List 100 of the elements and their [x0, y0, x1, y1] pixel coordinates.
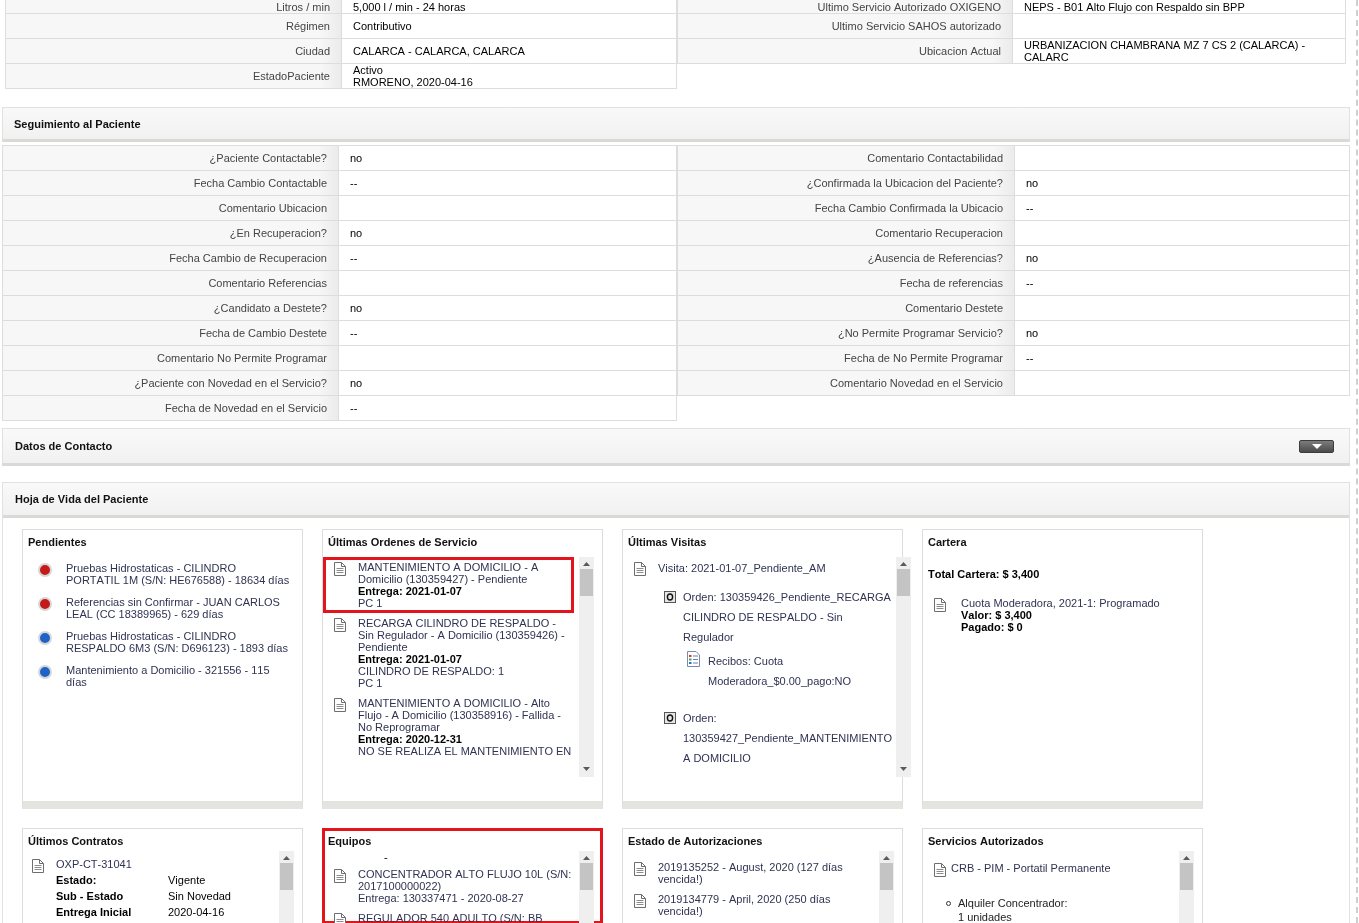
document-icon [334, 618, 346, 632]
label-cell: Fecha Cambio Confirmada la Ubicacio [678, 196, 1014, 220]
value-cell: -- [339, 246, 676, 270]
label-cell: Comentario Referencias [3, 271, 338, 295]
label-cell: ¿Paciente Contactable? [3, 146, 338, 170]
panel-title: Pendientes [27, 535, 88, 549]
field-label: Entrega Inicial [56, 905, 133, 920]
scrollbar-thumb[interactable] [280, 863, 293, 890]
label-cell: Fecha de Novedad en el Servicio [3, 396, 338, 420]
value-cell: CALARCA - CALARCA, CALARCA [342, 39, 676, 63]
expand-button[interactable] [1299, 439, 1334, 453]
scrollbar[interactable] [879, 851, 894, 923]
value-cell: 5,000 l / min - 24 horas [342, 0, 676, 13]
label-cell: Ubicacion Actual [678, 39, 1012, 63]
panel-title: Equipos [327, 834, 373, 848]
scrollbar-thumb[interactable] [580, 863, 593, 890]
label-cell: Comentario Contactabilidad [678, 146, 1014, 170]
visit-text[interactable]: Visita: 2021-01-07_Pendiente_AM [658, 562, 878, 574]
label-cell: ¿En Recuperacion? [3, 221, 338, 245]
value-cell: -- [1015, 271, 1349, 295]
pending-text: Mantenimiento a Domicilio - 321556 - 115 días [66, 664, 271, 688]
label-cell: ¿Ausencia de Referencias? [678, 246, 1014, 270]
order-text[interactable]: Orden: 130359426_Pendiente_RECARGA CILINDRO DE RESPALDO - Sin Regulador [683, 587, 894, 647]
item-title: MANTENIMIENTO A DOMICILIO - A Domicilio (130359427) - Pendiente [358, 561, 540, 585]
scrollbar-thumb[interactable] [880, 863, 893, 890]
order-text[interactable]: Orden: 130359427_Pendiente_MANTENIMIENTO A DOMICILIO [683, 708, 894, 768]
item-detail: Valor: $ 3,400 [961, 609, 1032, 621]
scrollbar-thumb[interactable] [897, 569, 910, 596]
scroll-up-icon[interactable] [1183, 856, 1190, 860]
label-cell: Ultimo Servicio SAHOS autorizado [678, 14, 1012, 38]
circle-in-square-icon [664, 712, 676, 724]
field-value: 2020-04-16 [168, 905, 226, 920]
panel-title: Últimos Contratos [27, 834, 125, 848]
scroll-up-icon[interactable] [900, 562, 907, 566]
value-cell: -- [339, 396, 676, 420]
document-icon [934, 863, 946, 877]
scrollbar[interactable] [579, 851, 594, 923]
label-cell: Comentario No Permite Programar [3, 346, 338, 370]
scrollbar[interactable] [579, 557, 594, 777]
panel-title: Cartera [927, 535, 968, 549]
label-cell: ¿No Permite Programar Servicio? [678, 321, 1014, 345]
item-title: CONCENTRADOR ALTO FLUJO 10L (S/N: 2017100000022) [358, 868, 573, 892]
item-detail: Entrega: 130337471 - 2020-08-27 [358, 892, 524, 904]
document-icon [934, 598, 946, 612]
value-cell: no [1015, 321, 1349, 345]
scroll-down-icon[interactable] [583, 767, 590, 771]
label-cell: ¿Candidato a Destete? [3, 296, 338, 320]
pending-text: Pruebas Hidrostaticas - CILINDRO PORTATIL 1M (S/N: HE676588) - 18634 días [66, 562, 291, 586]
field-label: Estado: [56, 873, 98, 888]
item-title: RECARGA CILINDRO DE RESPALDO - Sin Regulador - A Domicilio (130359426) - Pendiente [358, 617, 566, 653]
item-detail: Pagado: $ 0 [961, 621, 1023, 633]
scroll-up-icon[interactable] [583, 856, 590, 860]
scrollbar-thumb[interactable] [1180, 863, 1193, 890]
panel-title: Estado de Autorizaciones [627, 834, 764, 848]
panel-title: Últimas Ordenes de Servicio [327, 535, 479, 549]
list-document-icon [686, 651, 701, 667]
section-title: Seguimiento al Paciente [14, 117, 141, 130]
label-cell: Fecha de referencias [678, 271, 1014, 295]
value-cell: URBANIZACION CHAMBRANA MZ 7 CS 2 (CALARCA) - CALARC [1013, 39, 1345, 63]
label-cell: Comentario Destete [678, 296, 1014, 320]
document-icon [634, 894, 646, 908]
section-title: Datos de Contacto [15, 440, 113, 452]
label-cell: ¿Paciente con Novedad en el Servicio? [3, 371, 338, 395]
panel-title: Servicios Autorizados [927, 834, 1045, 848]
scroll-up-icon[interactable] [583, 562, 590, 566]
value-cell: no [1015, 171, 1349, 195]
item-detail: PC 1 [358, 597, 383, 609]
document-icon [334, 698, 346, 712]
value-cell: NEPS - B01 Alto Flujo con Respaldo sin BPP [1013, 0, 1345, 13]
label-cell: Comentario Ubicacion [3, 196, 338, 220]
item-detail: CILINDRO DE RESPALDO: 1 [358, 665, 505, 677]
label-cell: Ultimo Servicio Autorizado OXIGENO [678, 0, 1012, 13]
item-title: Cuota Moderadora, 2021-1: Programado [961, 597, 1161, 609]
panel-title: Últimas Visitas [627, 535, 708, 549]
scrollbar[interactable] [1179, 851, 1194, 923]
label-cell: Litros / min [6, 0, 341, 13]
value-cell: -- [1015, 196, 1349, 220]
service-title: CRB - PIM - Portatil Permanente [951, 862, 1112, 876]
label-cell: Régimen [6, 14, 341, 38]
label-cell: EstadoPaciente [6, 64, 341, 88]
value-cell: no [339, 296, 676, 320]
label-cell: Ciudad [6, 39, 341, 63]
scroll-down-icon[interactable] [900, 767, 907, 771]
value-cell: no [339, 146, 676, 170]
contract-title: OXP-CT-31041 [56, 858, 133, 870]
scroll-up-icon[interactable] [283, 856, 290, 860]
item-detail: Entrega: 2020-12-31 [358, 733, 462, 745]
scroll-up-icon[interactable] [883, 856, 890, 860]
receipt-text[interactable]: Recibos: Cuota Moderadora_$0.00_pago:NO [708, 651, 888, 691]
label-cell: Comentario Recuperacion [678, 221, 1014, 245]
scrollbar[interactable] [279, 851, 294, 923]
scrollbar-thumb[interactable] [580, 569, 593, 596]
document-icon [334, 869, 346, 883]
item-detail: NO SE REALIZA EL MANTENIMIENTO EN [358, 745, 572, 757]
value-cell: no [339, 371, 676, 395]
value-cell: no [1015, 246, 1349, 270]
scrollbar[interactable] [896, 557, 911, 777]
caret-down-icon [1311, 443, 1322, 449]
label-cell: Fecha de No Permite Programar [678, 346, 1014, 370]
label-cell: Fecha Cambio de Recuperacion [3, 246, 338, 270]
